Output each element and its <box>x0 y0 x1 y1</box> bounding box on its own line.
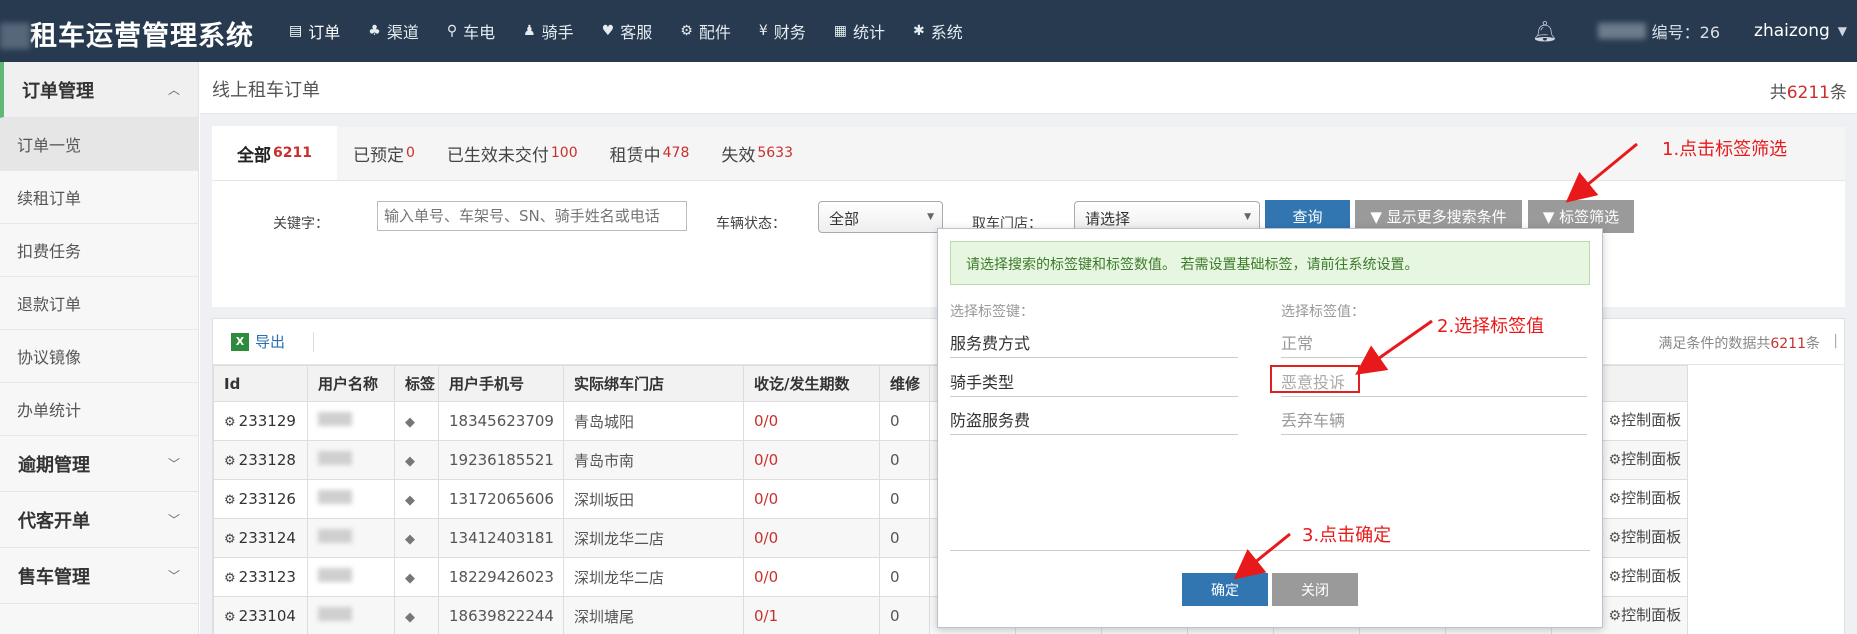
arrow-step1 <box>1565 142 1638 203</box>
arrow-step3 <box>1233 532 1291 580</box>
annotation-step3: 3.点击确定 <box>1302 525 1392 546</box>
arrow-step2 <box>1355 319 1433 375</box>
annotation-arrows <box>1233 142 1638 580</box>
annotation-step2: 2.选择标签值 <box>1437 316 1545 337</box>
annotation-step1: 1.点击标签筛选 <box>1662 139 1788 160</box>
